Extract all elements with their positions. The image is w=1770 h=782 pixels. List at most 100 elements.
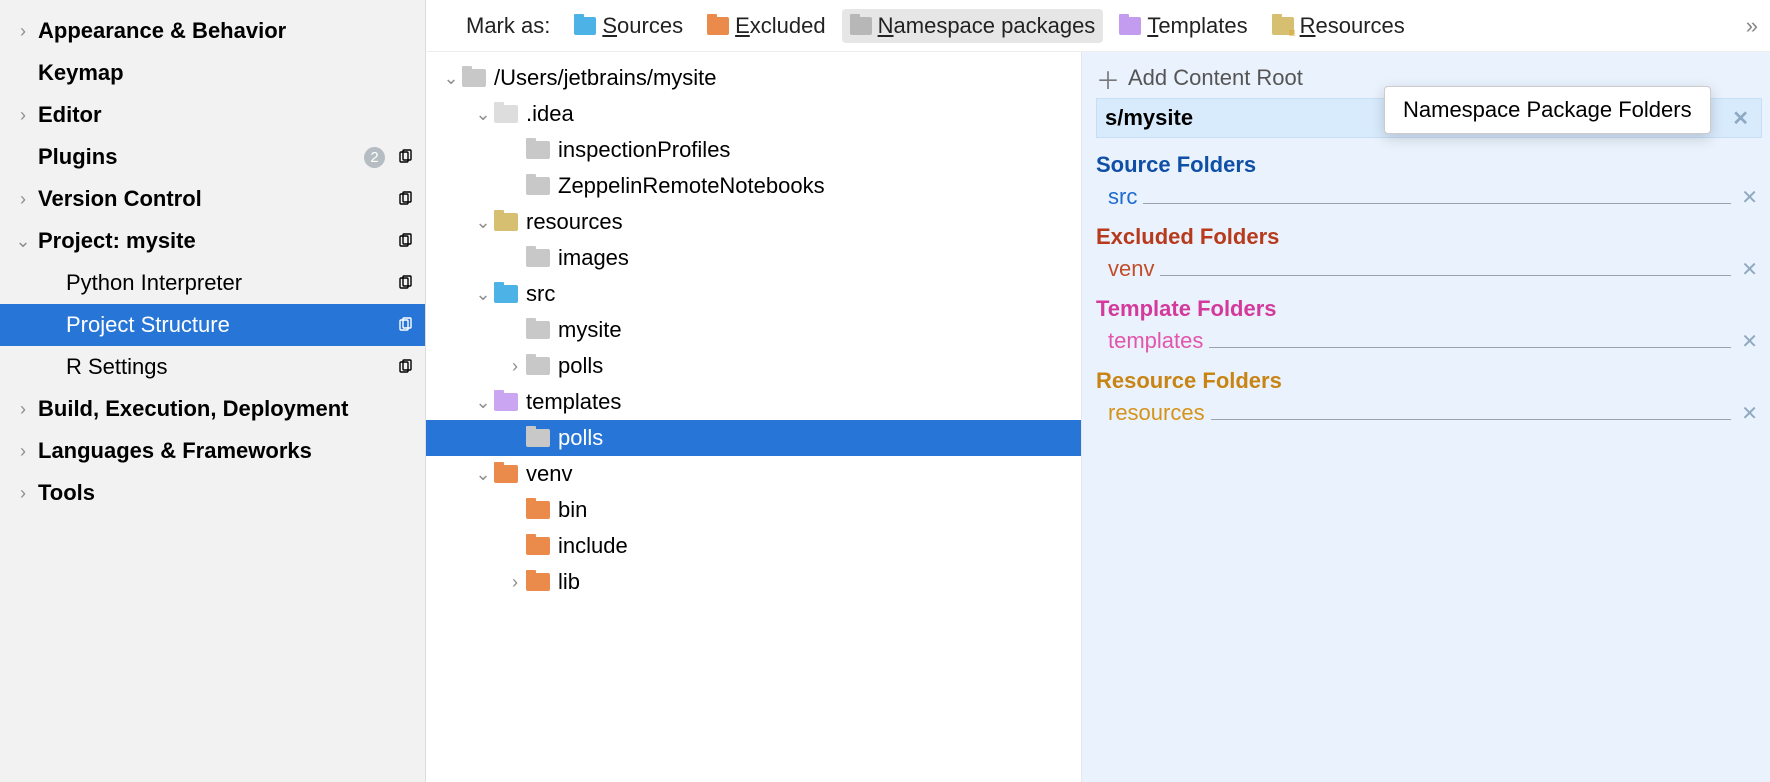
sidebar-item-editor[interactable]: ›Editor <box>0 94 425 136</box>
mark-sources-button[interactable]: Sources <box>566 9 691 43</box>
folder-entry-name: src <box>1108 184 1137 210</box>
chevron-right-icon: › <box>8 399 38 420</box>
tree-row-name: src <box>526 281 555 307</box>
chevron-right-icon: › <box>8 105 38 126</box>
tree-row[interactable]: ⌄ venv <box>426 456 1081 492</box>
mark-namespace-button[interactable]: Namespace packages <box>842 9 1104 43</box>
sidebar-item-label: Keymap <box>38 60 415 86</box>
sidebar-item-project-structure[interactable]: Project Structure <box>0 304 425 346</box>
chevron-right-icon: › <box>8 483 38 504</box>
rule-line <box>1209 347 1731 348</box>
sidebar-item-keymap[interactable]: Keymap <box>0 52 425 94</box>
tree-row-name: templates <box>526 389 621 415</box>
tree-row[interactable]: ›polls <box>426 348 1081 384</box>
sidebar-item-tools[interactable]: ›Tools <box>0 472 425 514</box>
folder-entry[interactable]: resources✕ <box>1096 398 1762 426</box>
chevron-down-icon[interactable]: ⌄ <box>472 464 494 485</box>
tree-row[interactable]: polls <box>426 420 1081 456</box>
tree-row[interactable]: ZeppelinRemoteNotebooks <box>426 168 1081 204</box>
tree-row[interactable]: mysite <box>426 312 1081 348</box>
sidebar-item-languages-frameworks[interactable]: ›Languages & Frameworks <box>0 430 425 472</box>
badge-count: 2 <box>364 147 385 168</box>
sidebar-item-python-interpreter[interactable]: Python Interpreter <box>0 262 425 304</box>
sidebar-item-label: R Settings <box>66 354 395 380</box>
mark-resources-button[interactable]: Resources <box>1264 9 1413 43</box>
sources-folder-icon <box>574 17 596 35</box>
sidebar-item-r-settings[interactable]: R Settings <box>0 346 425 388</box>
tooltip-text: Namespace Package Folders <box>1403 97 1692 122</box>
tree-row-name: venv <box>526 461 572 487</box>
tree-row[interactable]: bin <box>426 492 1081 528</box>
sidebar-item-label: Version Control <box>38 186 395 212</box>
sidebar-item-label: Tools <box>38 480 415 506</box>
tree-row[interactable]: ⌄ templates <box>426 384 1081 420</box>
sidebar-item-label: Project Structure <box>66 312 395 338</box>
tree-row-name: .idea <box>526 101 574 127</box>
tree-row-name: images <box>558 245 629 271</box>
tree-row[interactable]: images <box>426 240 1081 276</box>
tree-row[interactable]: include <box>426 528 1081 564</box>
tree-row-name: include <box>558 533 628 559</box>
sidebar-item-label: Build, Execution, Deployment <box>38 396 415 422</box>
namespace-tooltip: Namespace Package Folders <box>1384 86 1711 134</box>
copy-icon <box>395 315 415 335</box>
folder-icon <box>526 573 550 591</box>
folder-icon <box>494 213 518 231</box>
sidebar-item-label: Appearance & Behavior <box>38 18 415 44</box>
folder-icon <box>494 285 518 303</box>
excluded-folder-icon <box>707 17 729 35</box>
content-root-path-text: s/mysite <box>1105 105 1193 131</box>
chevron-right-icon[interactable]: › <box>504 356 526 377</box>
folder-entry[interactable]: templates✕ <box>1096 326 1762 354</box>
chevron-down-icon: ⌄ <box>8 231 38 252</box>
tree-row[interactable]: ⌄ src <box>426 276 1081 312</box>
chevron-right-icon[interactable]: › <box>504 572 526 593</box>
remove-folder-icon[interactable]: ✕ <box>1737 401 1762 426</box>
mark-as-label: Mark as: <box>466 13 550 39</box>
tree-row-name: resources <box>526 209 623 235</box>
chevron-down-icon[interactable]: ⌄ <box>472 104 494 125</box>
tree-row[interactable]: ⌄ resources <box>426 204 1081 240</box>
templates-folder-icon <box>1119 17 1141 35</box>
sidebar-item-project-mysite[interactable]: ⌄Project: mysite <box>0 220 425 262</box>
chevron-down-icon[interactable]: ⌄ <box>472 212 494 233</box>
mark-templates-button[interactable]: Templates <box>1111 9 1255 43</box>
chevron-down-icon[interactable]: ⌄ <box>440 68 462 89</box>
mark-excluded-button[interactable]: Excluded <box>699 9 834 43</box>
add-content-root-label: Add Content Root <box>1128 65 1303 91</box>
sidebar-item-label: Project: mysite <box>38 228 395 254</box>
folder-icon <box>526 249 550 267</box>
remove-folder-icon[interactable]: ✕ <box>1737 257 1762 282</box>
tree-row[interactable]: inspectionProfiles <box>426 132 1081 168</box>
rule-line <box>1160 275 1731 276</box>
tree-row-name: lib <box>558 569 580 595</box>
tree-row[interactable]: ⌄ /Users/jetbrains/mysite <box>426 60 1081 96</box>
copy-icon <box>395 273 415 293</box>
directory-tree[interactable]: ⌄/Users/jetbrains/mysite⌄.ideainspection… <box>426 52 1082 782</box>
sidebar-item-plugins[interactable]: Plugins2 <box>0 136 425 178</box>
tree-row[interactable]: ⌄ .idea <box>426 96 1081 132</box>
sidebar-item-build-execution-deployment[interactable]: ›Build, Execution, Deployment <box>0 388 425 430</box>
chevron-down-icon[interactable]: ⌄ <box>472 284 494 305</box>
folder-entry[interactable]: src ✕ <box>1096 182 1762 210</box>
sidebar-item-label: Languages & Frameworks <box>38 438 415 464</box>
remove-content-root-icon[interactable]: ✕ <box>1728 106 1753 131</box>
folder-icon <box>526 501 550 519</box>
copy-icon <box>395 357 415 377</box>
remove-folder-icon[interactable]: ✕ <box>1737 329 1762 354</box>
tree-row[interactable]: › lib <box>426 564 1081 600</box>
remove-folder-icon[interactable]: ✕ <box>1737 185 1762 210</box>
more-markers-icon[interactable]: » <box>1746 13 1758 39</box>
section-heading: Source Folders <box>1096 152 1762 178</box>
folder-entry[interactable]: venv✕ <box>1096 254 1762 282</box>
sidebar-item-appearance-behavior[interactable]: ›Appearance & Behavior <box>0 10 425 52</box>
folder-icon <box>494 465 518 483</box>
tree-row-name: /Users/jetbrains/mysite <box>494 65 717 91</box>
chevron-right-icon: › <box>8 441 38 462</box>
namespace-folder-icon <box>850 17 872 35</box>
folders-section: Resource Foldersresources✕ <box>1096 368 1762 426</box>
chevron-down-icon[interactable]: ⌄ <box>472 392 494 413</box>
rule-line <box>1211 419 1732 420</box>
sidebar-item-label: Plugins <box>38 144 364 170</box>
sidebar-item-version-control[interactable]: ›Version Control <box>0 178 425 220</box>
